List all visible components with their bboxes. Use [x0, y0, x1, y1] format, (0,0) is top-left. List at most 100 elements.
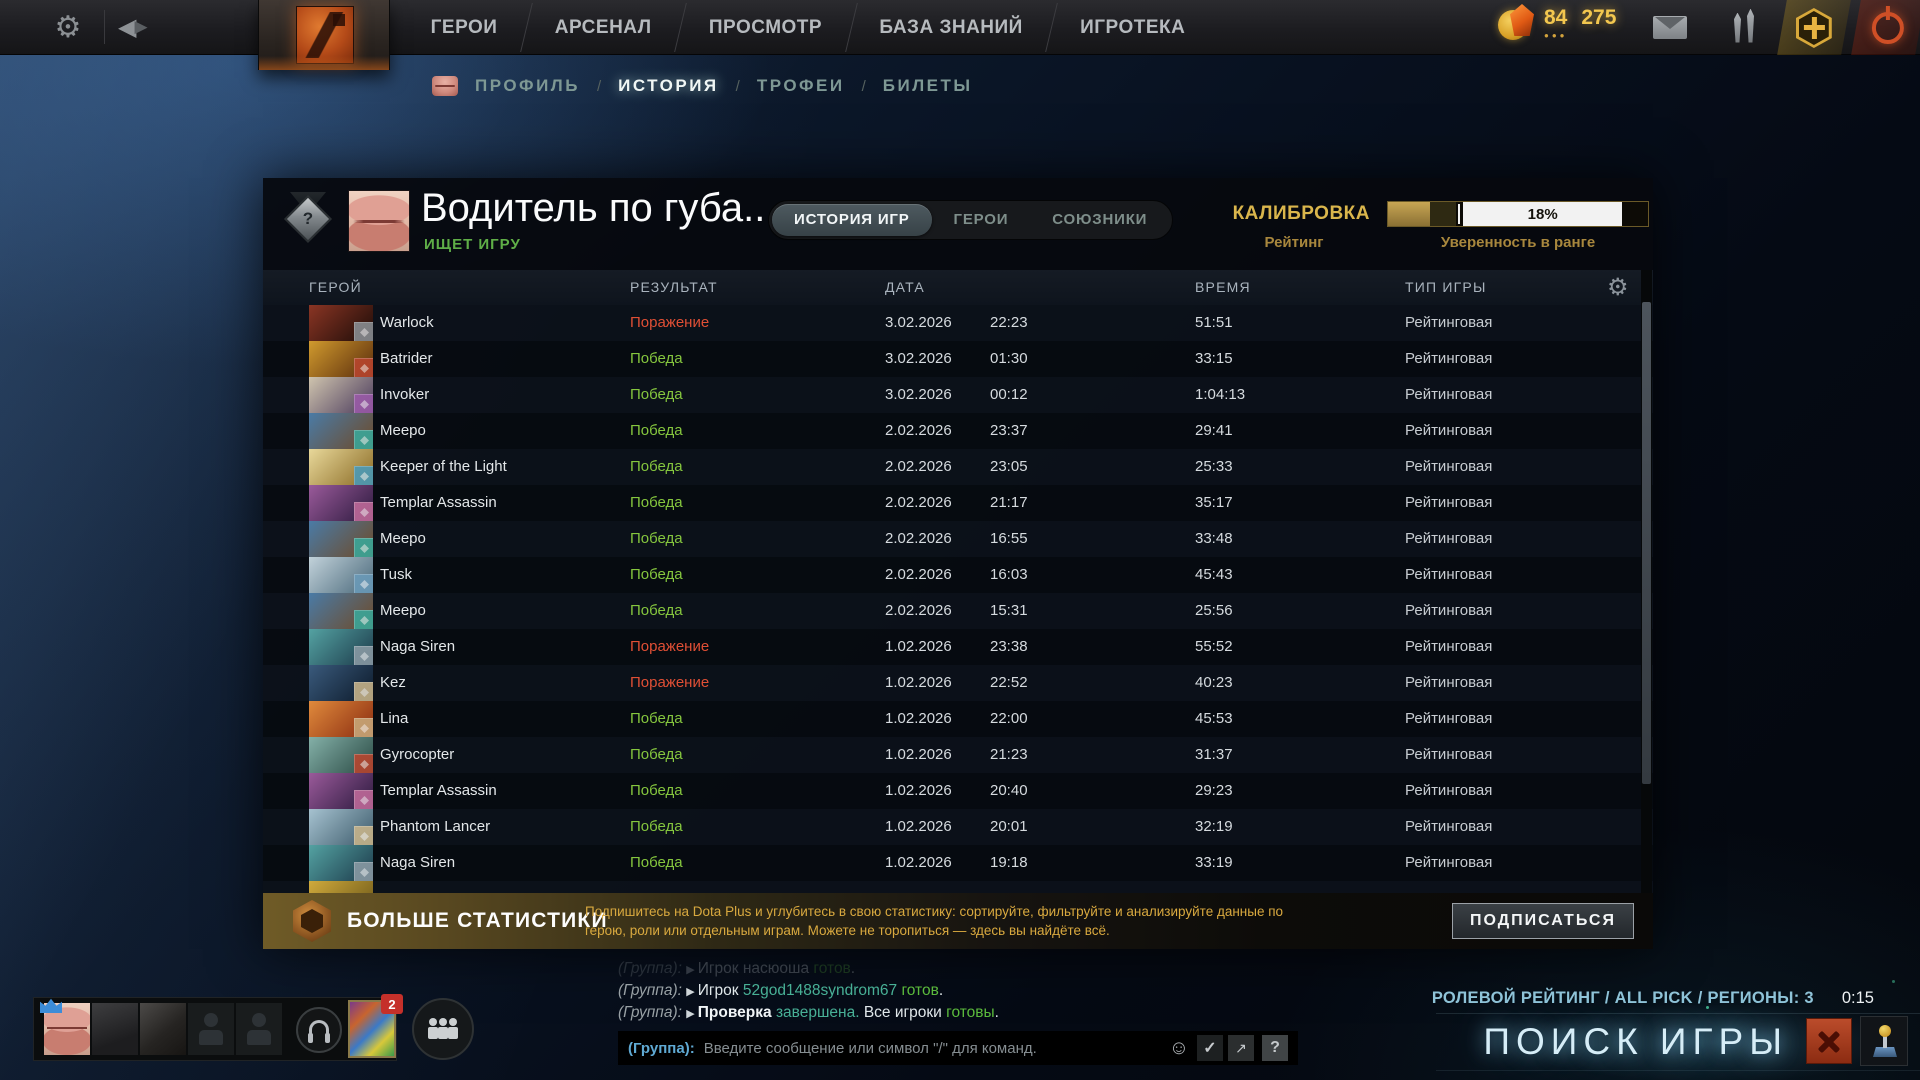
- cancel-search-button[interactable]: [1806, 1018, 1852, 1064]
- party-slot-leader[interactable]: [44, 1003, 90, 1055]
- chat-message: (Группа): ▶ Игрок 52god1488syndrom67 гот…: [618, 982, 1318, 1004]
- match-result: Победа: [630, 458, 683, 475]
- rank-badge[interactable]: ?: [282, 192, 334, 248]
- dota-plus-button[interactable]: [1777, 0, 1851, 55]
- hero-icon: [309, 665, 373, 701]
- hero-name: Invoker: [380, 386, 429, 403]
- match-row[interactable]: Templar AssassinПобеда2.02.202621:1735:1…: [263, 485, 1653, 521]
- hero-name: Meepo: [380, 530, 426, 547]
- header-duration[interactable]: ВРЕМЯ: [1195, 279, 1251, 295]
- party-slot-empty2[interactable]: [236, 1003, 282, 1055]
- dota-plus-badge-icon: [293, 900, 331, 942]
- match-game-type: Рейтинговая: [1405, 530, 1492, 547]
- chat-confirm-button[interactable]: ✓: [1197, 1035, 1223, 1061]
- forward-arrow-icon[interactable]: ▶: [134, 17, 147, 37]
- match-row[interactable]: Phantom LancerПобеда1.02.202620:0132:19Р…: [263, 809, 1653, 845]
- tab-allies[interactable]: СОЮЗНИКИ: [1030, 204, 1169, 236]
- header-hero[interactable]: ГЕРОЙ: [309, 279, 362, 295]
- hero-role-badge-icon: [354, 574, 373, 593]
- match-row[interactable]: WarlockПоражение3.02.202622:2351:51Рейти…: [263, 305, 1653, 341]
- table-settings-gear-icon[interactable]: ⚙: [1607, 273, 1629, 302]
- match-row[interactable]: LinaПобеда1.02.202622:0045:53Рейтинговая: [263, 701, 1653, 737]
- match-row[interactable]: TuskПобеда2.02.202616:0345:43Рейтинговая: [263, 557, 1653, 593]
- profile-avatar[interactable]: [348, 190, 410, 252]
- match-row[interactable]: Naga SirenПобеда1.02.202619:1833:19Рейти…: [263, 845, 1653, 881]
- match-row[interactable]: InvokerПобеда3.02.202600:121:04:13Рейтин…: [263, 377, 1653, 413]
- match-duration: 25:56: [1195, 602, 1233, 619]
- top-nav-item-2[interactable]: ПРОСМОТР: [680, 0, 851, 56]
- banner-description: Подпишитесь на Dota Plus и углубитесь в …: [585, 902, 1455, 940]
- subscribe-button[interactable]: ПОДПИСАТЬСЯ: [1452, 903, 1634, 939]
- match-duration: 33:48: [1195, 530, 1233, 547]
- match-result: Победа: [630, 818, 683, 835]
- top-nav-item-3[interactable]: БАЗА ЗНАНИЙ: [851, 0, 1052, 56]
- hero-role-badge-icon: [354, 754, 373, 773]
- sub-nav-item-2[interactable]: ТРОФЕИ: [757, 76, 845, 96]
- hero-icon: [309, 701, 373, 737]
- match-row[interactable]: KezПоражение1.02.202622:5240:23Рейтингов…: [263, 665, 1653, 701]
- hero-name: Gyrocopter: [380, 746, 454, 763]
- match-row[interactable]: Keeper of the LightПобеда2.02.202623:052…: [263, 449, 1653, 485]
- armory-button[interactable]: [1716, 0, 1772, 55]
- tab-heroes[interactable]: ГЕРОИ: [932, 204, 1031, 236]
- match-row[interactable]: BatriderПобеда3.02.202601:3033:15Рейтинг…: [263, 341, 1653, 377]
- sub-nav-item-0[interactable]: ПРОФИЛЬ: [475, 76, 580, 96]
- match-row[interactable]: MeepoПобеда2.02.202623:3729:41Рейтингова…: [263, 413, 1653, 449]
- match-row[interactable]: Naga SirenПоражение1.02.202623:3855:52Ре…: [263, 629, 1653, 665]
- match-start-time: 22:00: [990, 710, 1028, 727]
- sub-nav: ПРОФИЛЬ/ИСТОРИЯ/ТРОФЕИ/БИЛЕТЫ: [432, 72, 973, 100]
- rating-label: Рейтинг: [1218, 234, 1370, 251]
- match-row[interactable]: [263, 881, 1653, 893]
- settings-gear-icon[interactable]: ⚙: [48, 8, 88, 48]
- match-row[interactable]: GyrocopterПобеда1.02.202621:2331:37Рейти…: [263, 737, 1653, 773]
- event-card[interactable]: 2: [348, 1000, 396, 1058]
- hero-name: Tusk: [380, 566, 412, 583]
- match-start-time: 21:23: [990, 746, 1028, 763]
- hero-role-badge-icon: [354, 682, 373, 701]
- header-game-type[interactable]: ТИП ИГРЫ: [1405, 279, 1487, 295]
- header-date[interactable]: ДАТА: [885, 279, 925, 295]
- chat-help-button[interactable]: ?: [1262, 1035, 1288, 1061]
- match-row[interactable]: Templar AssassinПобеда1.02.202620:4029:2…: [263, 773, 1653, 809]
- match-game-type: Рейтинговая: [1405, 386, 1492, 403]
- match-game-type: Рейтинговая: [1405, 566, 1492, 583]
- header-result[interactable]: РЕЗУЛЬТАТ: [630, 279, 718, 295]
- chat-share-button[interactable]: ↗: [1228, 1035, 1254, 1061]
- match-row[interactable]: MeepoПобеда2.02.202615:3125:56Рейтингова…: [263, 593, 1653, 629]
- hero-name: Meepo: [380, 422, 426, 439]
- table-scrollbar[interactable]: [1641, 270, 1652, 893]
- top-nav-item-0[interactable]: ГЕРОИ: [402, 0, 526, 56]
- matchmaking-settings-summary[interactable]: РОЛЕВОЙ РЕЙТИНГ / ALL PICK / РЕГИОНЫ: 3: [1432, 989, 1814, 1008]
- mail-button[interactable]: [1642, 0, 1698, 55]
- shards-values: 84 275 ●●●: [1544, 6, 1616, 40]
- sub-nav-item-3[interactable]: БИЛЕТЫ: [883, 76, 973, 96]
- tab-match-history[interactable]: ИСТОРИЯ ИГР: [772, 204, 932, 236]
- match-row[interactable]: MeepoПобеда2.02.202616:5533:48Рейтингова…: [263, 521, 1653, 557]
- party-slot-empty1[interactable]: [188, 1003, 234, 1055]
- match-result: Победа: [630, 422, 683, 439]
- party-finder-button[interactable]: [412, 998, 474, 1060]
- top-nav-item-4[interactable]: ИГРОТЕКА: [1051, 0, 1214, 56]
- shards-balance[interactable]: 84 275 ●●●: [1498, 6, 1616, 40]
- chat-input[interactable]: (Группа): Введите сообщение или символ "…: [618, 1031, 1298, 1065]
- party-slot-member2[interactable]: [92, 1003, 138, 1055]
- calibration-bar[interactable]: 18%: [1387, 201, 1649, 227]
- party-slot-member3[interactable]: [140, 1003, 186, 1055]
- top-nav-item-1[interactable]: АРСЕНАЛ: [526, 0, 680, 56]
- hero-role-badge-icon: [354, 466, 373, 485]
- emoticon-button[interactable]: ☺: [1166, 1035, 1192, 1061]
- match-table-header: ГЕРОЙ РЕЗУЛЬТАТ ДАТА ВРЕМЯ ТИП ИГРЫ ⚙: [263, 270, 1653, 305]
- match-game-type: Рейтинговая: [1405, 782, 1492, 799]
- voice-chat-button[interactable]: [296, 1007, 342, 1053]
- hero-icon: [309, 449, 373, 485]
- dota-logo-plate[interactable]: [258, 0, 390, 70]
- party-bar: 2: [33, 997, 397, 1061]
- sub-nav-item-1[interactable]: ИСТОРИЯ: [618, 76, 719, 96]
- match-result: Победа: [630, 350, 683, 367]
- match-date: 2.02.2026: [885, 422, 952, 439]
- power-button[interactable]: [1851, 0, 1920, 55]
- hero-role-badge-icon: [354, 538, 373, 557]
- arcade-button[interactable]: [1860, 1016, 1908, 1066]
- scrollbar-thumb[interactable]: [1642, 302, 1651, 784]
- history-nav-arrows: ◀ ▶: [118, 10, 148, 44]
